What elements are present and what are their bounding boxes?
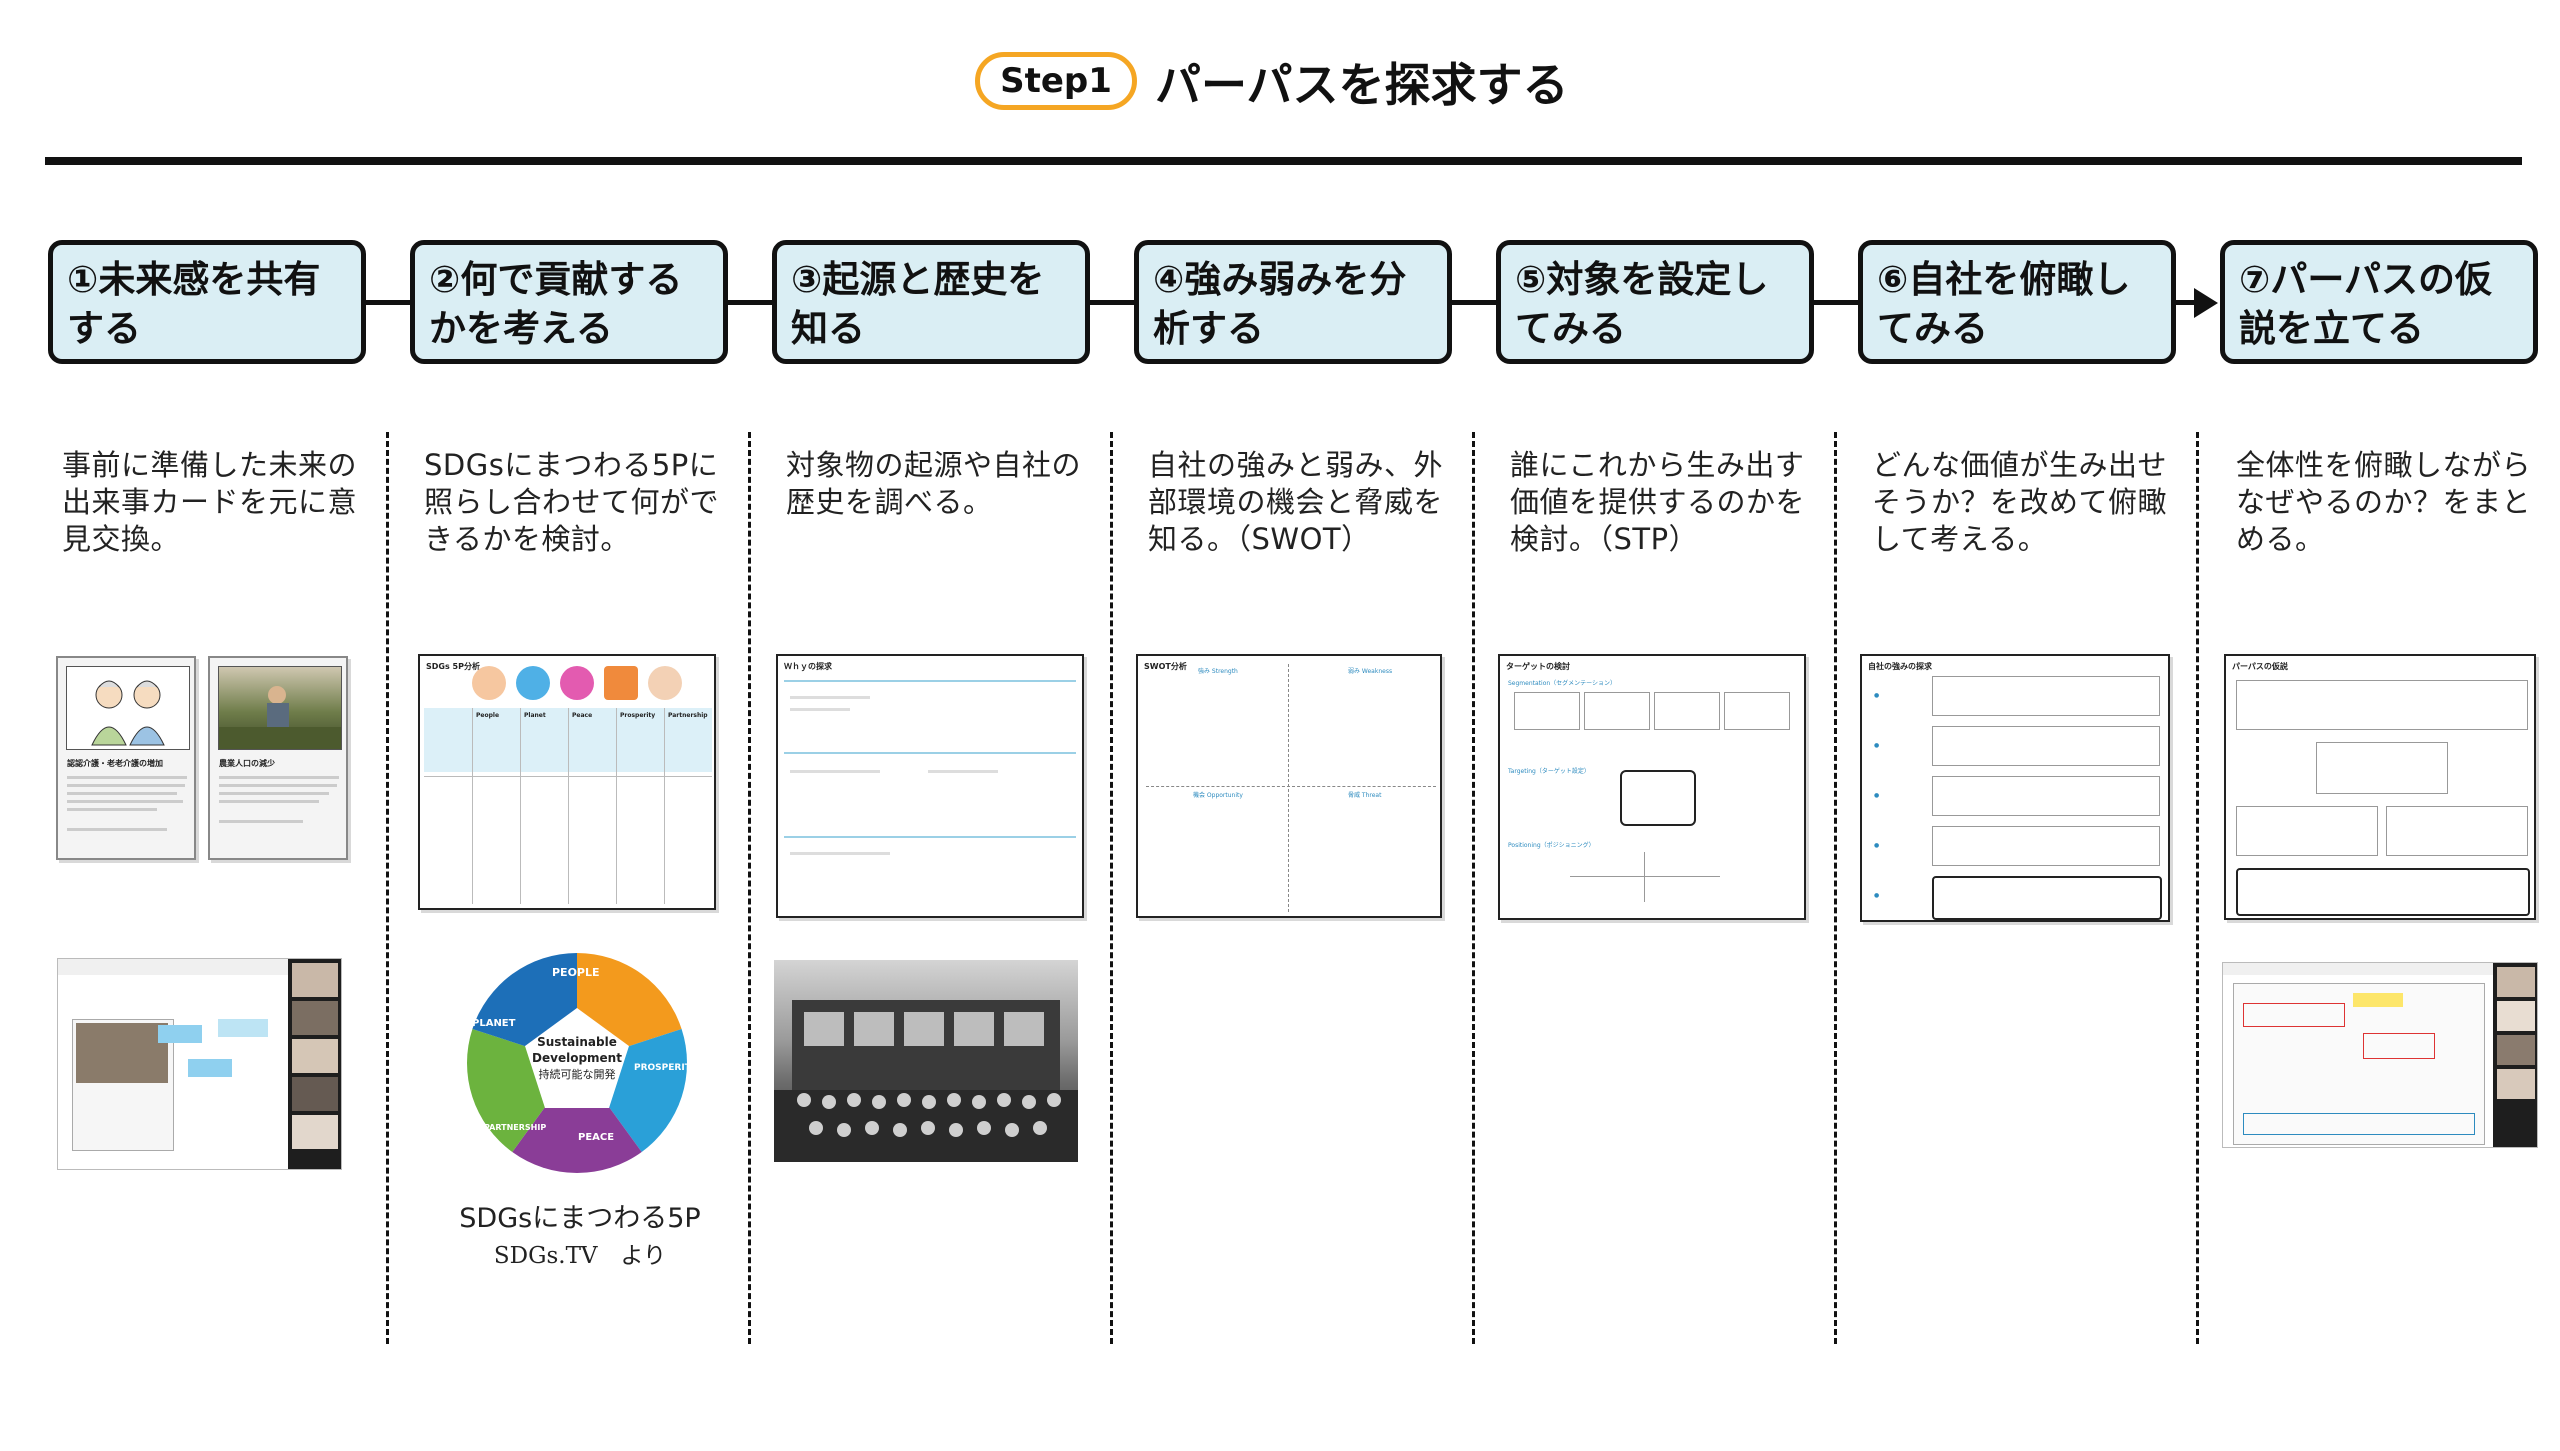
swot-worksheet-title: SWOT分析	[1144, 662, 1187, 671]
prosperity-label: PROSPERITY	[634, 1063, 690, 1073]
sdgs-caption-line-1: SDGsにまつわる5P	[459, 1203, 701, 1234]
connector-1-2	[360, 300, 412, 305]
people-label: PEOPLE	[552, 966, 600, 979]
purpose-worksheet: パーパスの仮説	[2224, 654, 2536, 920]
wheel-center-line-3: 持続可能な開発	[539, 1067, 616, 1081]
column-separator	[748, 432, 751, 1344]
future-card-1: 認認介護・老老介護の増加	[56, 656, 196, 860]
elder-care-illustration	[66, 666, 190, 750]
future-card-2-title: 農業人口の減少	[219, 759, 275, 768]
wheel-center-line-1: Sustainable	[537, 1035, 617, 1049]
step-box-2: ②何で貢献するかを考える	[410, 240, 728, 364]
connector-4-5	[1446, 300, 1498, 305]
step-3-description: 対象物の起源や自社の歴史を調べる。	[786, 448, 1082, 519]
why-worksheet-title: Ｗｈｙの探求	[784, 662, 832, 671]
purpose-worksheet-title: パーパスの仮説	[2232, 662, 2288, 671]
swot-worksheet: SWOT分析 強み Strength 弱み Weakness 機会 Opport…	[1136, 654, 1442, 918]
wheel-center-line-2: Development	[532, 1051, 622, 1065]
planet-icon	[516, 666, 550, 700]
why-worksheet: Ｗｈｙの探求	[776, 654, 1084, 918]
step-box-5: ⑤対象を設定してみる	[1496, 240, 1814, 364]
prosperity-icon	[604, 666, 638, 700]
connector-3-4	[1084, 300, 1136, 305]
step-4-description: 自社の強みと弱み、外部環境の機会と脅威を知る。（SWOT）	[1148, 448, 1444, 556]
people-icon	[472, 666, 506, 700]
purpose-session-screenshot	[2222, 962, 2538, 1148]
historical-train-photo	[774, 960, 1078, 1162]
column-separator	[386, 432, 389, 1344]
step-box-4: ④強み弱みを分析する	[1134, 240, 1452, 364]
step-box-1: ①未来感を共有する	[48, 240, 366, 364]
partnership-label: PARTNERSHIP	[484, 1123, 546, 1132]
step-5-description: 誰にこれから生み出す価値を提供するのかを検討。（STP）	[1510, 448, 1806, 556]
peace-icon	[560, 666, 594, 700]
step-1-description: 事前に準備した未来の出来事カードを元に意見交換。	[62, 448, 358, 556]
arrow-to-step-7	[2194, 288, 2218, 318]
future-card-1-title: 認認介護・老老介護の増加	[67, 759, 163, 768]
header-rule	[45, 157, 2522, 165]
column-separator	[1834, 432, 1837, 1344]
self-worksheet-title: 自社の強みの探求	[1868, 662, 1932, 671]
target-worksheet: ターゲットの検討 Segmentation（セグメンテーション） Targeti…	[1498, 654, 1806, 920]
sdgs-5p-worksheet: SDGs 5P分析 People Planet Peace Prosperity…	[418, 654, 716, 910]
step-box-6: ⑥自社を俯瞰してみる	[1858, 240, 2176, 364]
step-6-description: どんな価値が生み出せそうか？を改めて俯瞰して考える。	[1872, 448, 2168, 556]
step-2-description: SDGsにまつわる5Pに照らし合わせて何ができるかを検討。	[424, 448, 720, 556]
online-meeting-screenshot	[57, 958, 342, 1170]
future-card-2: 農業人口の減少	[208, 656, 348, 860]
self-strength-worksheet: 自社の強みの探求 ● ● ● ● ●	[1860, 654, 2170, 922]
sdgs-caption-line-2: SDGs.TV より	[493, 1243, 667, 1269]
column-separator	[1472, 432, 1475, 1344]
step-7-description: 全体性を俯瞰しながらなぜやるのか？をまとめる。	[2236, 448, 2532, 556]
sdgs-5p-wheel: PEOPLE PROSPERITY PEACE PARTNERSHIP PLAN…	[467, 953, 690, 1174]
step-box-3: ③起源と歴史を知る	[772, 240, 1090, 364]
farmer-photo	[218, 666, 342, 750]
partnership-icon	[648, 666, 682, 700]
connector-2-3	[722, 300, 774, 305]
step-box-7: ⑦パーパスの仮説を立てる	[2220, 240, 2538, 364]
target-worksheet-title: ターゲットの検討	[1506, 662, 1570, 671]
column-separator	[2196, 432, 2199, 1344]
step-badge: Step1	[975, 52, 1137, 110]
page-title: パーパスを探求する	[1155, 58, 1569, 112]
connector-5-6	[1808, 300, 1860, 305]
column-separator	[1110, 432, 1113, 1344]
planet-label: PLANET	[472, 1018, 516, 1029]
peace-label: PEACE	[578, 1132, 614, 1143]
